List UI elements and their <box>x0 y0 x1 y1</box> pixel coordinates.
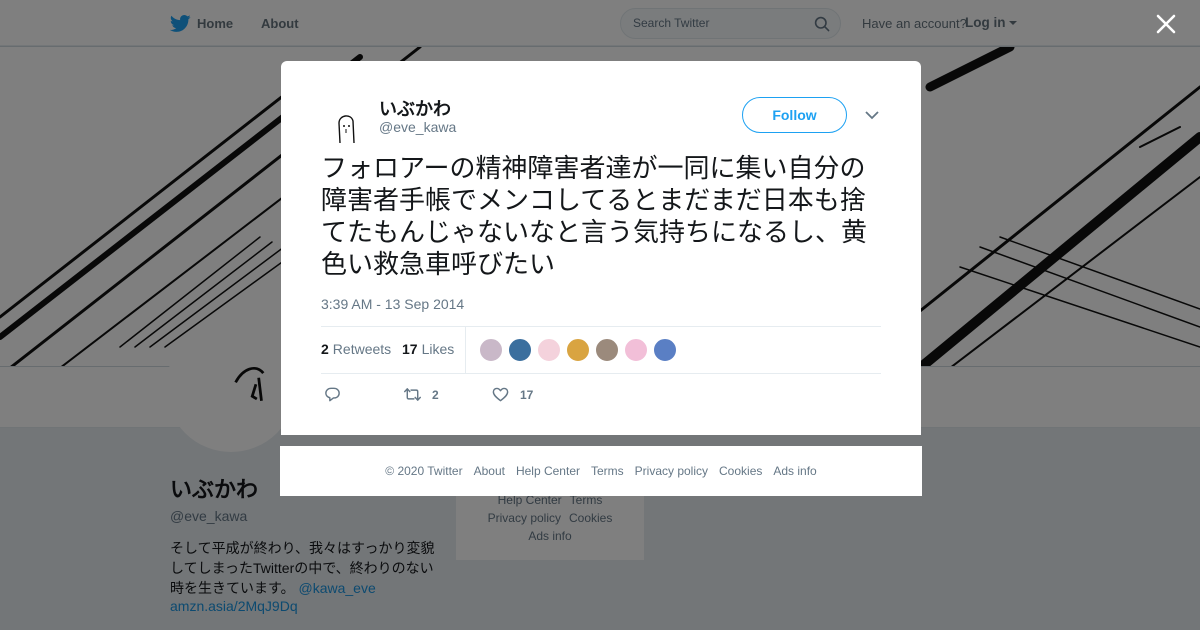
tweet-timestamp[interactable]: 3:39 AM - 13 Sep 2014 <box>321 296 464 312</box>
footer-privacy[interactable]: Privacy policy <box>635 464 708 478</box>
footer-help-center[interactable]: Help Center <box>516 464 580 478</box>
tweet-avatar-drawing <box>338 115 355 144</box>
tweet-modal: いぶかわ @eve_kawa Follow フォロアーの精神障害者達が一同に集い… <box>281 61 921 435</box>
like-icon <box>492 387 509 402</box>
retweets-count: 2 <box>321 341 329 357</box>
retweet-action-count: 2 <box>432 387 439 402</box>
likes-stat[interactable]: 17 Likes <box>402 341 454 357</box>
like-action-count: 17 <box>520 387 534 402</box>
tweet-author-handle[interactable]: @eve_kawa <box>379 119 456 135</box>
liker-avatar[interactable] <box>624 338 648 362</box>
footer-about[interactable]: About <box>474 464 505 478</box>
likes-label: Likes <box>421 341 455 357</box>
footer-terms[interactable]: Terms <box>591 464 624 478</box>
liker-avatar[interactable] <box>479 338 503 362</box>
retweets-label: Retweets <box>332 341 392 357</box>
retweet-icon <box>403 388 422 401</box>
divider <box>321 373 881 374</box>
liker-avatar[interactable] <box>537 338 561 362</box>
tweet-text: フォロアーの精神障害者達が一同に集い自分の障害者手帳でメンコしてるとまだまだ日本… <box>321 154 868 280</box>
liker-avatar[interactable] <box>508 338 532 362</box>
likes-count: 17 <box>402 341 418 357</box>
tweet-author-name[interactable]: いぶかわ <box>379 95 451 121</box>
reply-icon <box>325 387 340 402</box>
close-icon[interactable] <box>1155 13 1177 35</box>
footer-cookies[interactable]: Cookies <box>719 464 762 478</box>
tweet-avatar[interactable] <box>321 101 373 153</box>
liker-avatar[interactable] <box>595 338 619 362</box>
retweet-button[interactable]: 2 <box>403 385 439 404</box>
modal-footer: © 2020 Twitter About Help Center Terms P… <box>280 446 922 496</box>
liker-avatars <box>479 338 682 362</box>
tweet-stats: 2 Retweets 17 Likes <box>321 327 881 373</box>
tweet-actions: 2 17 <box>321 385 881 405</box>
liker-avatar[interactable] <box>653 338 677 362</box>
chevron-down-icon[interactable] <box>864 109 880 121</box>
footer-copyright: © 2020 Twitter <box>385 464 463 478</box>
retweets-stat[interactable]: 2 Retweets <box>321 341 391 357</box>
like-button[interactable]: 17 <box>491 385 533 404</box>
footer-ads-info[interactable]: Ads info <box>773 464 816 478</box>
follow-button[interactable]: Follow <box>742 97 847 133</box>
stats-separator <box>465 327 466 373</box>
reply-button[interactable] <box>323 385 352 404</box>
liker-avatar[interactable] <box>566 338 590 362</box>
